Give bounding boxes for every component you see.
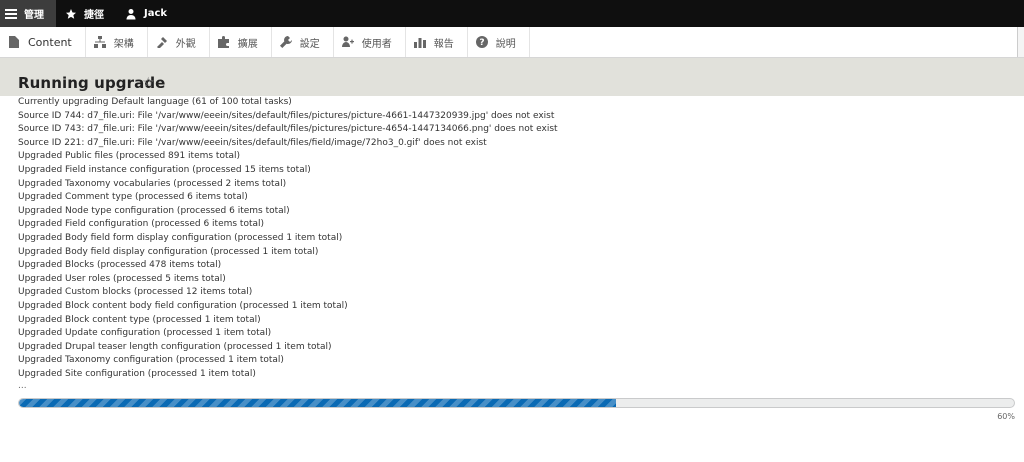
hamburger-icon [4,7,18,21]
log-line: Source ID 221: d7_file.uri: File '/var/w… [18,137,487,148]
appearance-icon [156,36,168,48]
tray-item-label: 架構 [113,38,134,50]
svg-text:?: ? [479,38,484,48]
tray-item-appearance[interactable]: 外觀 [148,27,210,57]
log-line: Upgraded Block content body field config… [18,300,348,311]
user-label: Jack [144,8,168,19]
wrench-icon [279,36,292,48]
tray-item-label: 設定 [299,38,320,50]
tray-item-label: 外觀 [175,38,196,50]
help-icon: ? [475,36,488,48]
tray-item-label: Content [28,35,72,49]
tray-item-people[interactable]: 使用者 [334,27,406,57]
manage-label: 管理 [24,10,44,21]
user-account-button[interactable]: Jack [114,0,177,27]
tray-item-content[interactable]: Content [0,27,86,57]
log-line: Upgraded Taxonomy vocabularies (processe… [18,178,287,189]
tray-item-structure[interactable]: 架構 [86,27,148,57]
shortcuts-button[interactable]: 捷徑 [56,0,114,27]
log-line: Source ID 743: d7_file.uri: File '/var/w… [18,124,558,135]
log-line: Upgraded Custom blocks (processed 12 ite… [18,287,253,298]
manage-menu-button[interactable]: 管理 [0,0,56,27]
log-line: Upgraded Block content type (processed 1… [18,314,261,325]
log-line: Source ID 744: d7_file.uri: File '/var/w… [18,110,555,121]
star-icon[interactable]: ☆ [142,75,155,91]
people-icon [341,36,354,48]
log-line: Upgraded Body field form display configu… [18,232,343,243]
log-line: Upgraded Comment type (processed 6 items… [18,192,248,203]
log-line: Currently upgrading Default language (61… [18,97,292,107]
admin-toolbar: 管理 捷徑 Jack [0,0,1024,27]
structure-icon [93,36,106,48]
log-line: Upgraded Body field display configuratio… [18,246,319,257]
admin-tray: Content 架構 外觀 擴展 設定 使用者 報告 ? 說明 [0,27,1024,58]
log-line: Upgraded Site configuration (processed 1… [18,368,256,379]
log-ellipsis: ... [18,381,27,392]
star-icon [64,7,78,21]
tray-item-reports[interactable]: 報告 [406,27,468,57]
log-line: Upgraded Blocks (processed 478 items tot… [18,260,222,271]
page-icon [8,36,20,48]
tray-item-help[interactable]: ? 說明 [468,27,530,57]
tray-item-label: 使用者 [361,38,392,50]
log-line: Upgraded Field configuration (processed … [18,219,265,230]
log-line: Upgraded Field instance configuration (p… [18,164,311,175]
page-header: Running upgrade ☆ [0,58,1024,96]
progress-percent: 60% [997,412,1015,421]
tray-scroll-edge [1017,27,1024,57]
user-icon [124,7,138,21]
shortcuts-label: 捷徑 [84,10,104,21]
log-line: Upgraded Update configuration (processed… [18,328,272,339]
tray-item-label: 說明 [495,38,516,50]
progress-bar-fill [19,399,616,407]
upgrade-log: Currently upgrading Default language (61… [18,96,1008,391]
bar-chart-icon [413,36,426,48]
log-line: Upgraded User roles (processed 5 items t… [18,273,226,284]
tray-item-extend[interactable]: 擴展 [210,27,272,57]
log-line: Upgraded Node type configuration (proces… [18,205,290,216]
tray-item-label: 擴展 [237,38,258,50]
log-line: Upgraded Drupal teaser length configurat… [18,341,332,352]
log-line: Upgraded Taxonomy configuration (process… [18,355,284,366]
puzzle-icon [217,36,230,48]
progress-bar [18,398,1015,408]
log-line: Upgraded Public files (processed 891 ite… [18,151,241,162]
tray-item-label: 報告 [433,38,454,50]
tray-item-configuration[interactable]: 設定 [272,27,334,57]
